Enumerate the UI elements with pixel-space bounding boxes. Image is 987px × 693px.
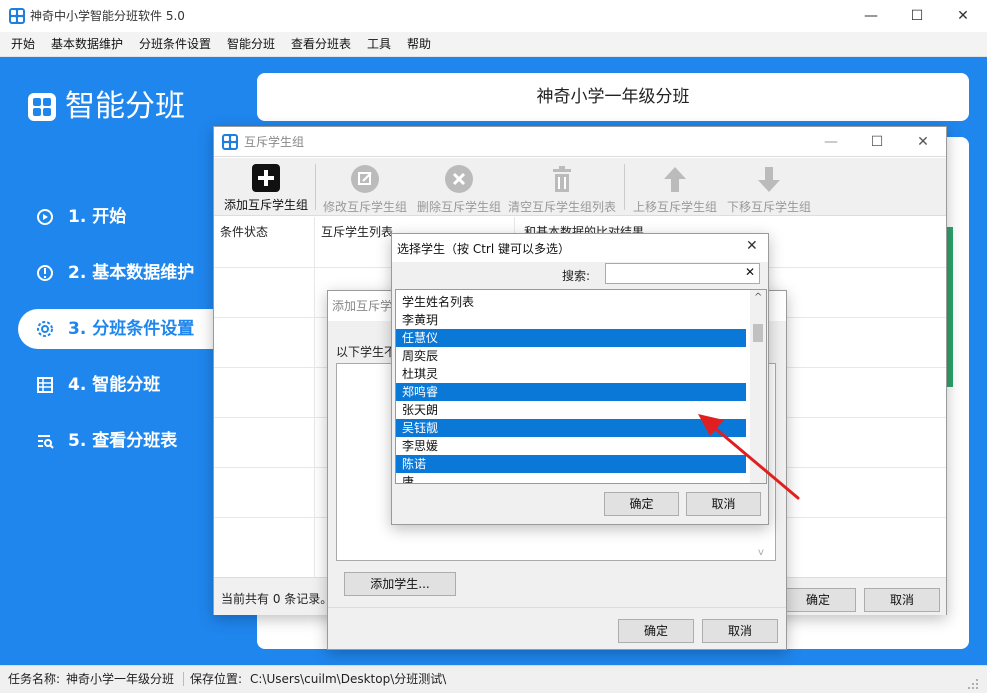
status-divider (183, 672, 184, 686)
edit-icon (351, 165, 379, 193)
add-group-button[interactable]: 添加互斥学生组 (218, 158, 314, 222)
move-up-button[interactable]: 上移互斥学生组 (628, 158, 722, 222)
table-icon (37, 377, 53, 393)
search-list-icon (38, 435, 54, 449)
sidebar: 智能分班 1. 开始 2. 基本数据维护 3. 分班条件设置 4. 智能分班 5… (0, 57, 241, 665)
list-item[interactable]: 郑鸣睿 (396, 383, 746, 401)
app-icon (9, 8, 25, 24)
title-bar: 神奇中小学智能分班软件 5.0 — ☐ ✕ (0, 0, 987, 32)
status-bar: 任务名称: 神奇小学一年级分班 保存位置: C:\Users\cuilm\Des… (0, 665, 987, 693)
menu-bar: 开始 基本数据维护 分班条件设置 智能分班 查看分班表 工具 帮助 (0, 32, 987, 57)
sidebar-item-label: 3. 分班条件设置 (68, 319, 195, 339)
move-down-button[interactable]: 下移互斥学生组 (722, 158, 816, 222)
maximize-button[interactable]: ☐ (894, 0, 940, 32)
toolbar-divider (624, 164, 625, 210)
menu-tools[interactable]: 工具 (367, 32, 391, 57)
sidebar-item-label: 1. 开始 (68, 207, 127, 227)
cancel-button[interactable]: 取消 (702, 619, 778, 643)
column-header: 互斥学生列表 (321, 225, 394, 239)
add-student-button[interactable]: 添加学生... (344, 572, 456, 596)
menu-conditions[interactable]: 分班条件设置 (139, 32, 211, 57)
info-circle-icon (37, 265, 53, 281)
add-dialog-divider (328, 607, 786, 608)
delete-circle-icon (445, 165, 473, 193)
save-value: C:\Users\cuilm\Desktop\分班测试\ (250, 672, 447, 686)
menu-basic-data[interactable]: 基本数据维护 (51, 32, 123, 57)
edit-group-button[interactable]: 修改互斥学生组 (318, 158, 412, 222)
mutex-dialog-titlebar: 互斥学生组 — ☐ ✕ (214, 127, 946, 157)
trash-icon (553, 166, 571, 192)
task-label: 任务名称: (8, 672, 61, 686)
scrollbar-thumb[interactable] (753, 324, 763, 342)
save-label: 保存位置: (190, 672, 243, 686)
play-circle-icon (37, 209, 53, 225)
close-button[interactable]: ✕ (746, 238, 758, 254)
page-title: 神奇小学一年级分班 (536, 87, 690, 107)
sidebar-item-smart-assign[interactable]: 4. 智能分班 (18, 365, 223, 405)
menu-start[interactable]: 开始 (11, 32, 35, 57)
scroll-up-icon[interactable]: ^ (754, 292, 762, 303)
close-button[interactable]: ✕ (900, 127, 946, 157)
ok-button[interactable]: 确定 (604, 492, 679, 516)
window-title: 神奇中小学智能分班软件 5.0 (30, 9, 185, 23)
clear-groups-button[interactable]: 清空互斥学生组列表 (506, 158, 618, 222)
annotation-arrow-icon (698, 414, 800, 500)
brand-logo-icon (28, 93, 56, 121)
cancel-button[interactable]: 取消 (864, 588, 940, 612)
list-item[interactable]: 任慧仪 (396, 329, 746, 347)
column-header: 条件状态 (220, 225, 269, 239)
toolbar-label: 修改互斥学生组 (322, 200, 407, 214)
search-input[interactable]: ✕ (605, 263, 760, 284)
maximize-button[interactable]: ☐ (854, 127, 900, 157)
select-dialog-titlebar: 选择学生（按 Ctrl 键可以多选） ✕ (392, 234, 768, 262)
app-window: 神奇中小学智能分班软件 5.0 — ☐ ✕ 开始 基本数据维护 分班条件设置 智… (0, 0, 987, 693)
menu-smart-assign[interactable]: 智能分班 (227, 32, 275, 57)
list-header: 学生姓名列表 (402, 295, 475, 309)
sidebar-item-view-table[interactable]: 5. 查看分班表 (18, 421, 223, 461)
sidebar-item-label: 4. 智能分班 (68, 375, 161, 395)
minimize-button[interactable]: — (808, 127, 854, 157)
brand-title: 智能分班 (65, 89, 185, 124)
mutex-toolbar: 添加互斥学生组 修改互斥学生组 删除互斥学生组 清空互斥学生组列表 上移互斥学生… (214, 158, 946, 216)
task-value: 神奇小学一年级分班 (66, 672, 175, 686)
minimize-button[interactable]: — (848, 0, 894, 32)
arrow-down-icon (758, 167, 780, 192)
toolbar-label: 上移互斥学生组 (632, 200, 717, 214)
sidebar-item-label: 5. 查看分班表 (68, 431, 178, 451)
record-count: 当前共有 0 条记录。 (221, 592, 333, 606)
mutex-dialog-title: 互斥学生组 (244, 135, 305, 149)
resize-grip-icon[interactable] (966, 674, 980, 689)
list-item[interactable]: 李黄玥 (396, 311, 746, 329)
toolbar-label: 添加互斥学生组 (223, 198, 308, 212)
select-dialog-title: 选择学生（按 Ctrl 键可以多选） (397, 242, 570, 256)
add-dialog-hint: 以下学生不 (336, 345, 397, 359)
list-item[interactable]: 周奕辰 (396, 347, 746, 365)
ok-button[interactable]: 确定 (618, 619, 694, 643)
accent-bar (947, 227, 953, 387)
scroll-down-icon[interactable]: v (758, 547, 764, 558)
clear-search-icon[interactable]: ✕ (745, 265, 755, 279)
toolbar-label: 删除互斥学生组 (416, 200, 501, 214)
sidebar-item-label: 2. 基本数据维护 (68, 263, 195, 283)
plus-icon (252, 164, 280, 192)
sidebar-item-conditions[interactable]: 3. 分班条件设置 (18, 309, 241, 349)
sidebar-item-start[interactable]: 1. 开始 (18, 197, 223, 237)
ok-button[interactable]: 确定 (780, 588, 856, 612)
sidebar-item-basic-data[interactable]: 2. 基本数据维护 (18, 253, 223, 293)
gear-icon (37, 321, 53, 337)
app-icon (222, 134, 238, 150)
arrow-up-icon (664, 167, 686, 192)
menu-view-table[interactable]: 查看分班表 (291, 32, 351, 57)
list-item[interactable]: 杜琪灵 (396, 365, 746, 383)
toolbar-divider (315, 164, 316, 210)
close-button[interactable]: ✕ (940, 0, 986, 32)
delete-group-button[interactable]: 删除互斥学生组 (412, 158, 506, 222)
menu-help[interactable]: 帮助 (407, 32, 431, 57)
toolbar-label: 下移互斥学生组 (726, 200, 811, 214)
header-panel: 神奇小学一年级分班 (257, 73, 969, 121)
toolbar-label: 清空互斥学生组列表 (507, 200, 616, 214)
search-label: 搜索: (562, 269, 591, 283)
grid-line (314, 217, 315, 577)
